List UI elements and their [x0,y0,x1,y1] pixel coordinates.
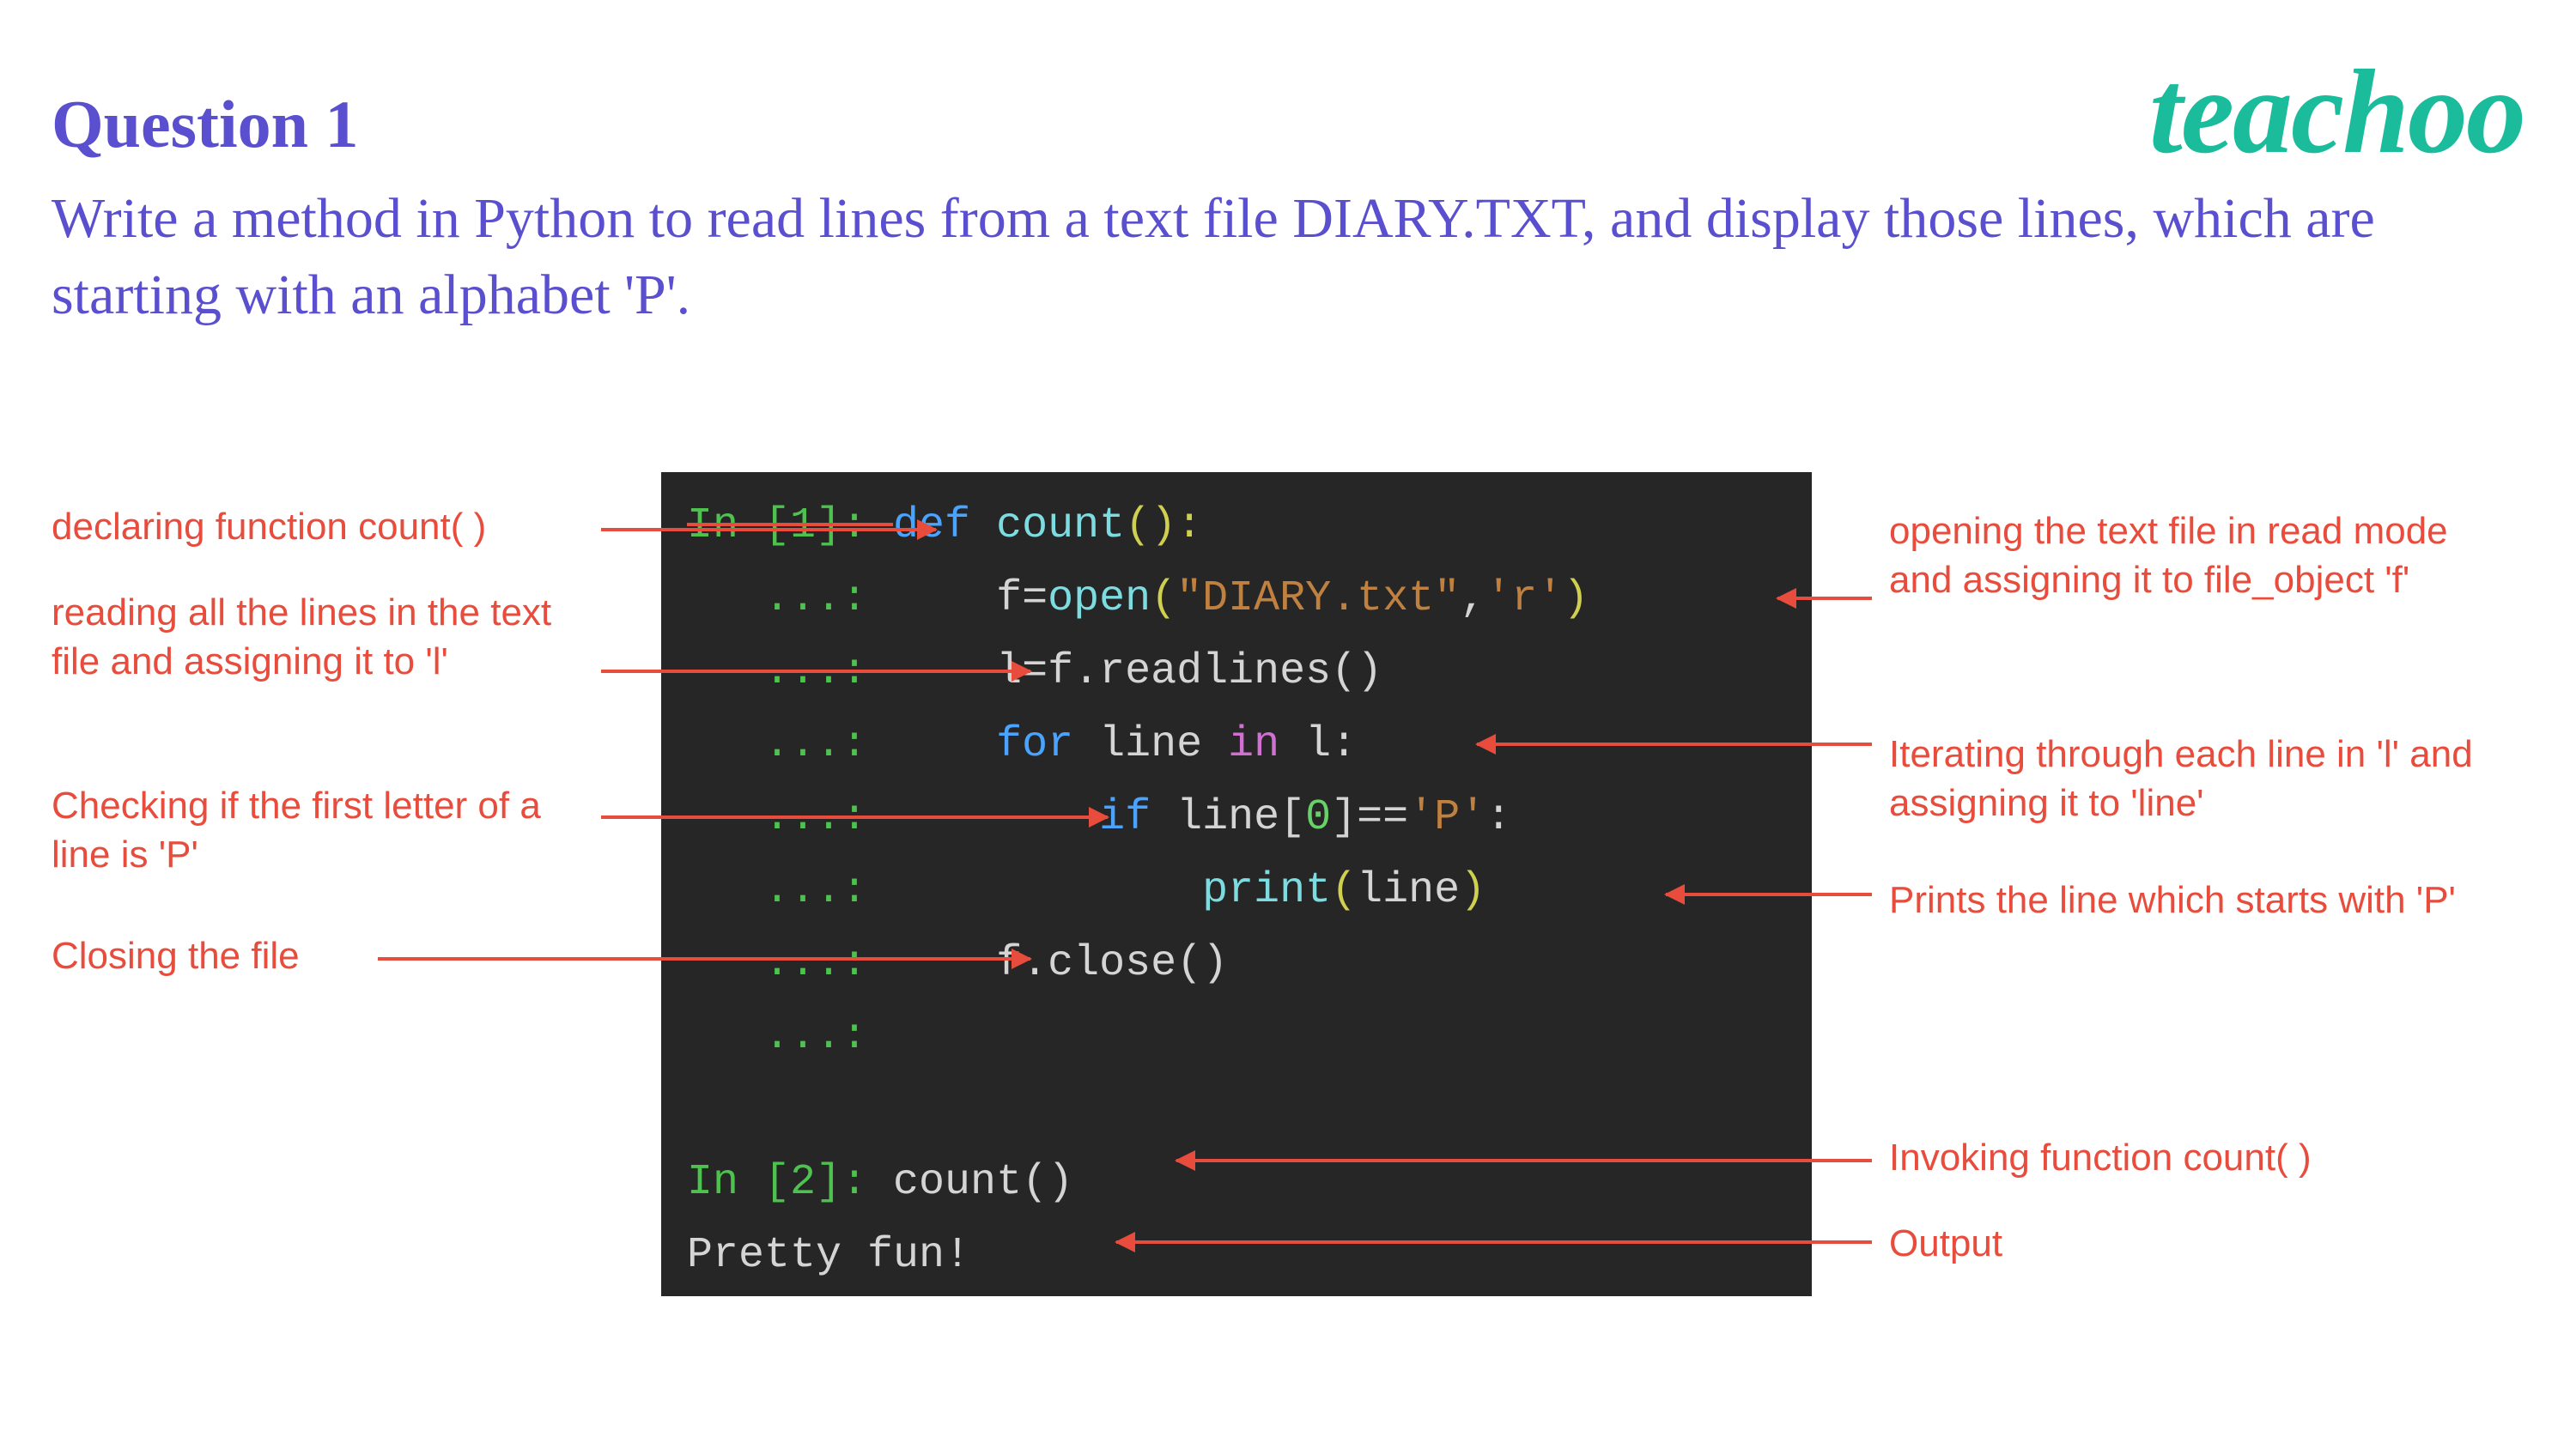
annotation-right-1: opening the text file in read mode and a… [1889,506,2490,604]
annotation-right-4: Invoking function count( ) [1889,1133,2490,1182]
code-line-8: ...: [687,1000,1786,1073]
code-line-7: ...: f.close() [687,927,1786,1000]
arrow-right-5 [1116,1240,1872,1244]
annotation-right-3: Prints the line which starts with 'P' [1889,876,2542,925]
annotation-left-4: Closing the file [52,931,601,980]
arrow-right-2 [1477,743,1872,746]
annotation-left-2: reading all the lines in the text file a… [52,588,601,686]
arrow-right-3 [1666,893,1872,896]
annotation-right-5: Output [1889,1219,2490,1268]
annotation-right-2: Iterating through each line in 'l' and a… [1889,730,2524,828]
arrow-right-4 [1176,1159,1872,1162]
annotation-left-3: Checking if the first letter of a line i… [52,781,601,879]
arrow-left-2 [601,670,1030,673]
code-line-10: In [2]: count() [687,1146,1786,1219]
code-line-11: Pretty fun! [687,1219,1786,1292]
arrow-right-1 [1777,597,1872,600]
code-line-6: ...: print(line) [687,854,1786,927]
question-title: Question 1 [52,86,359,163]
arrow-left-1 [601,528,936,531]
annotation-left-1: declaring function count( ) [52,502,601,551]
code-block: In [1]: def count(): ...: f=open("DIARY.… [661,472,1812,1296]
arrow-left-4 [378,957,1030,961]
arrow-left-3 [601,815,1108,819]
brand-logo: teachoo [2149,43,2524,181]
question-body: Write a method in Python to read lines f… [52,180,2524,333]
code-line-2: ...: f=open("DIARY.txt",'r') [687,562,1786,635]
code-line-1: In [1]: def count(): [687,489,1786,562]
code-line-9 [687,1073,1786,1146]
